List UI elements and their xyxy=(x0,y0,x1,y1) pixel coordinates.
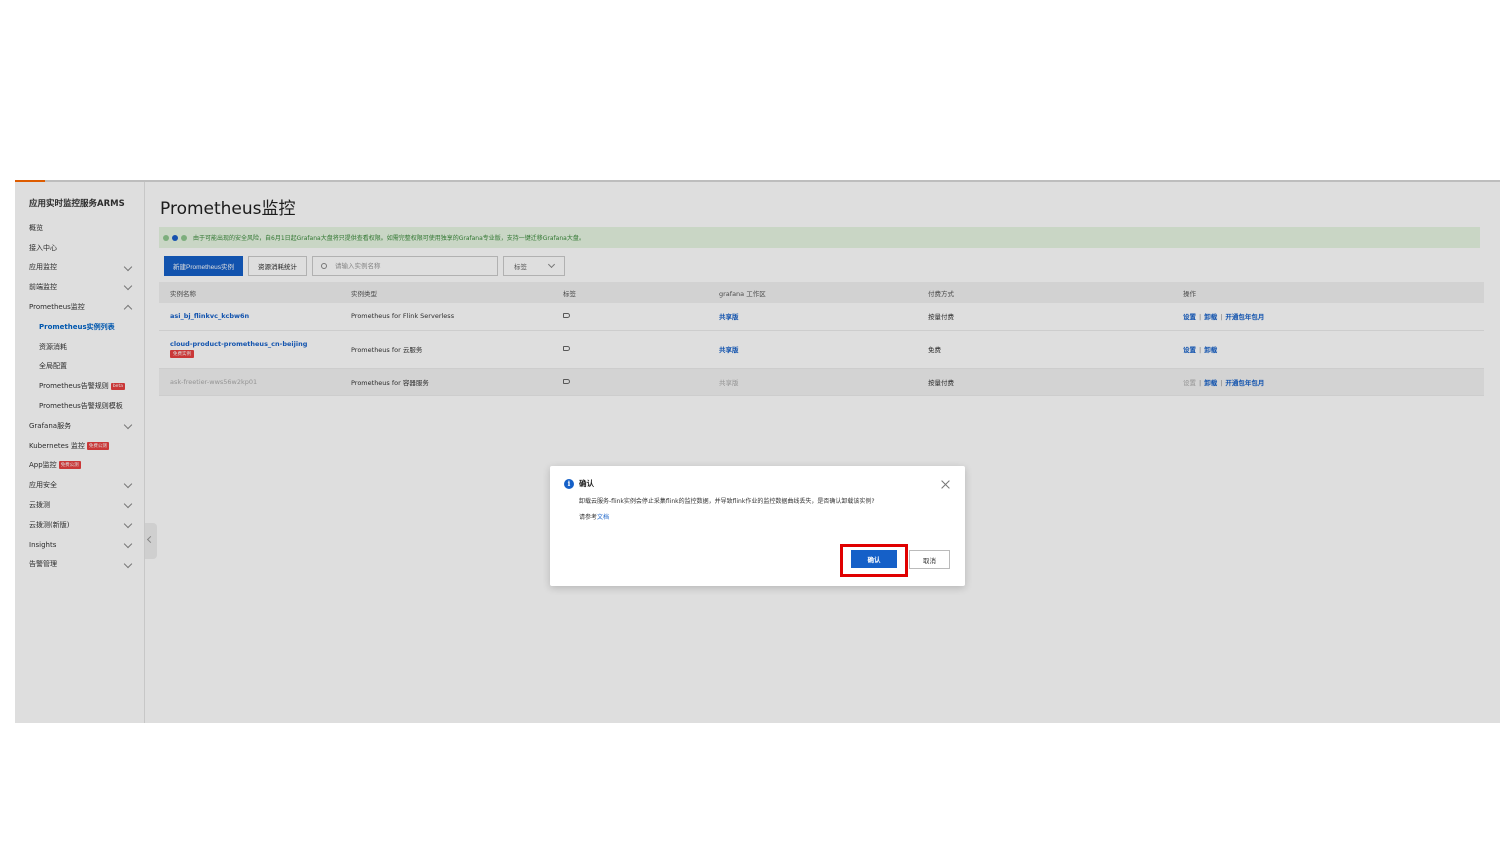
info-icon: i xyxy=(564,478,574,489)
dialog-title-text: 确认 xyxy=(579,479,594,488)
confirm-dialog: i 确认 卸载云服务-flink实例会停止采集flink的监控数据，并导致fli… xyxy=(550,466,965,586)
cancel-button[interactable]: 取消 xyxy=(909,550,950,569)
modal-overlay[interactable] xyxy=(15,180,1500,723)
dialog-reference: 请参考文档 xyxy=(579,512,609,521)
console-screen: 应用实时监控服务ARMS 概览 接入中心 应用监控 前端监控 Prometheus监控 P… xyxy=(15,180,1500,723)
dialog-title: i 确认 xyxy=(564,478,594,489)
close-icon[interactable] xyxy=(941,480,950,489)
docs-link[interactable]: 文档 xyxy=(597,514,609,521)
confirm-button[interactable]: 确认 xyxy=(851,550,897,568)
reference-prefix: 请参考 xyxy=(579,514,598,521)
dialog-message: 卸载云服务-flink实例会停止采集flink的监控数据，并导致flink作业的… xyxy=(579,498,875,505)
